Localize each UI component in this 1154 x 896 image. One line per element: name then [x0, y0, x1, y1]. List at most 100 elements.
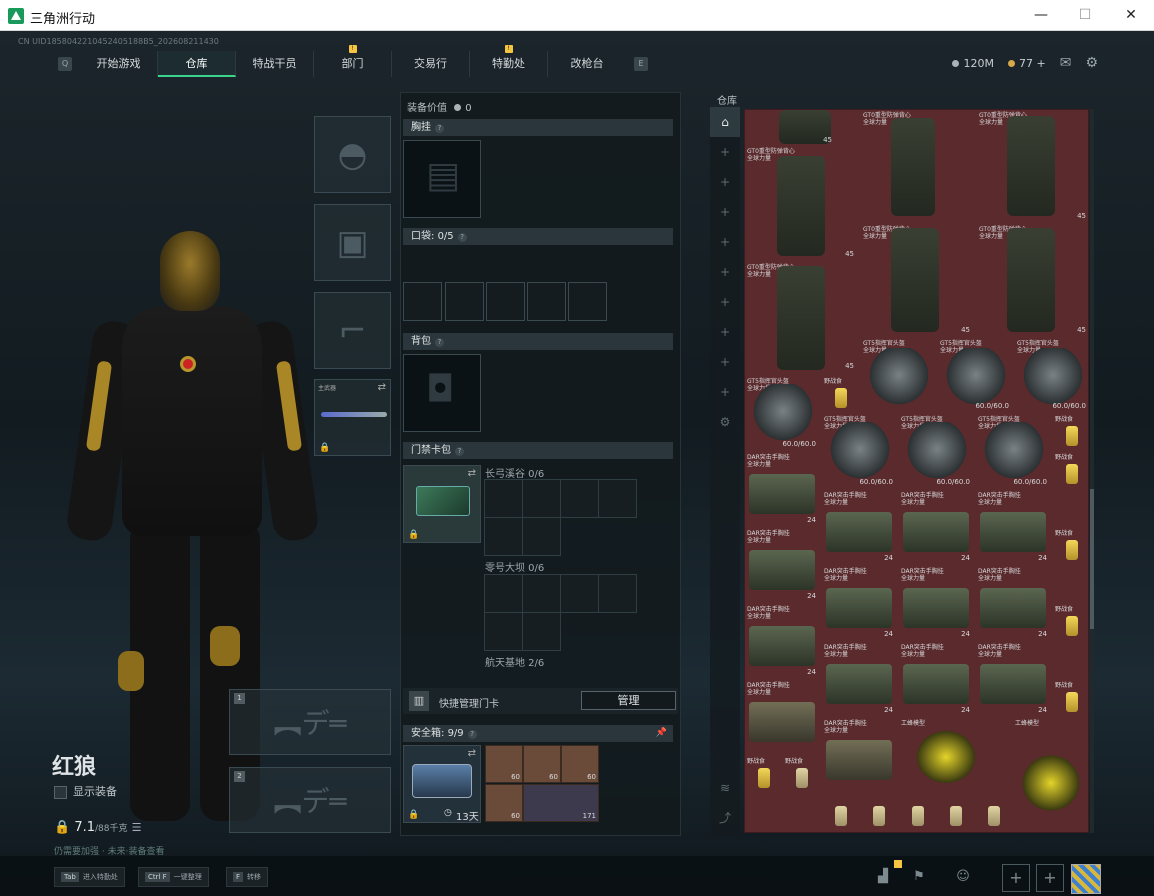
warehouse-tab-add-icon[interactable]: + [710, 137, 740, 167]
hint-transfer[interactable]: F 转移 [226, 867, 269, 887]
warehouse-item[interactable]: DAR突击手胸挂 全球力量 [745, 680, 819, 754]
warehouse-item[interactable]: 野战食 [745, 756, 781, 792]
player-avatar[interactable] [1071, 864, 1101, 894]
keycard-cell[interactable] [522, 574, 561, 613]
stats-chart-icon[interactable]: ▟ [870, 864, 896, 890]
help-icon[interactable]: ? [457, 233, 467, 242]
hint-special-ops[interactable]: Tab 进入特勤处 [54, 867, 125, 887]
warehouse-item[interactable]: DAR突击手胸挂 全球力量 24 [899, 642, 973, 716]
mail-icon[interactable]: ✉ [1060, 55, 1072, 71]
pocket-slot[interactable] [403, 282, 442, 321]
helmet-slot[interactable]: ◓ [314, 116, 391, 193]
warehouse-item[interactable]: 野战食 [1053, 528, 1088, 564]
warehouse-item[interactable]: 工蜂模型 [1013, 718, 1088, 828]
safebox-item[interactable]: 60 [561, 745, 599, 783]
warehouse-scrollbar[interactable] [1090, 109, 1094, 833]
warehouse-item[interactable]: DAR突击手胸挂 全球力量 [822, 718, 896, 792]
tab-gunsmith[interactable]: 改枪台 [548, 51, 626, 77]
warehouse-tab-add-icon[interactable]: + [710, 167, 740, 197]
gold-add-button[interactable]: + [1036, 57, 1045, 70]
safebox-slot[interactable]: ⇄ ◷ 13天 🔒 [403, 745, 481, 823]
warehouse-item[interactable] [937, 794, 973, 830]
pocket-slot[interactable] [568, 282, 607, 321]
nav-prev-key[interactable]: Q [58, 57, 72, 71]
warehouse-item[interactable]: GT5指挥官头盔 全球力量60.0/60.0 [899, 414, 973, 488]
warehouse-item[interactable]: DAR突击手胸挂 全球力量 24 [822, 642, 896, 716]
warehouse-item[interactable]: DAR突击手胸挂 全球力量 24 [745, 452, 819, 526]
warehouse-item[interactable]: GT5指挥官头盔 全球力量60.0/60.0 [822, 414, 896, 488]
warehouse-stack-icon[interactable]: ≋ [710, 773, 740, 803]
warehouse-item[interactable]: GT0重型防弹背心 全球力量 45 [745, 146, 857, 260]
pocket-slot[interactable] [527, 282, 566, 321]
warehouse-tab-add-icon[interactable]: + [710, 227, 740, 257]
warehouse-tab-add-icon[interactable]: + [710, 377, 740, 407]
team-add-slot[interactable]: + [1002, 864, 1030, 892]
pistol-slot[interactable]: ⌐ [314, 292, 391, 369]
keycard-cell[interactable] [560, 574, 599, 613]
melee-slot[interactable]: 主武器 ⇄ 🔒 [314, 379, 391, 456]
warehouse-sort-icon[interactable]: ⤴ [710, 803, 740, 833]
warehouse-item[interactable]: GT0重型防弹背心 全球力量 [861, 110, 937, 220]
warehouse-item[interactable]: DAR突击手胸挂 全球力量 24 [899, 490, 973, 564]
help-icon[interactable]: ? [435, 124, 444, 133]
settings-gear-icon[interactable]: ⚙ [1085, 55, 1098, 71]
warehouse-item[interactable]: DAR突击手胸挂 全球力量 24 [899, 566, 973, 640]
warehouse-tab-add-icon[interactable]: + [710, 287, 740, 317]
close-button[interactable]: ✕ [1108, 0, 1154, 31]
pocket-slot[interactable] [445, 282, 484, 321]
maximize-button[interactable]: ☐ [1062, 0, 1108, 31]
swap-icon[interactable]: ⇄ [468, 748, 476, 759]
backpack-slot[interactable]: ◘ [403, 354, 481, 432]
warehouse-item[interactable]: GT5指挥官头盔 全球力量60.0/60.0 [976, 414, 1050, 488]
hint-auto-arrange[interactable]: Ctrl F 一键整理 [138, 867, 209, 887]
warehouse-item[interactable]: 工蜂模型 [899, 718, 989, 792]
warehouse-tab-add-icon[interactable]: + [710, 347, 740, 377]
keycard-case-slot[interactable]: ⇄ 🔒 [403, 465, 481, 543]
tab-start-game[interactable]: 开始游戏 [80, 51, 158, 77]
safebox-item[interactable]: 171 [523, 784, 599, 822]
warehouse-item[interactable]: GT0重型防弹背心 全球力量 45 [977, 110, 1088, 222]
swap-icon[interactable]: ⇄ [378, 382, 386, 393]
team-add-slot[interactable]: + [1036, 864, 1064, 892]
minimize-button[interactable]: — [1018, 0, 1064, 31]
warehouse-item[interactable]: GT0重型防弹背心 全球力量 45 [977, 224, 1088, 336]
chest-rig-slot[interactable]: ▤ [403, 140, 481, 218]
keycard-cell[interactable] [560, 479, 599, 518]
tab-trade[interactable]: 交易行 [392, 51, 470, 77]
nav-next-key[interactable]: E [634, 57, 648, 71]
warehouse-item[interactable]: 野战食 [1053, 414, 1088, 450]
help-icon[interactable]: ? [467, 730, 477, 739]
keycard-cell[interactable] [522, 612, 561, 651]
keycard-cell[interactable] [484, 517, 523, 556]
tab-operators[interactable]: 特战干员 [236, 51, 314, 77]
warehouse-item[interactable]: 野战食 [1053, 452, 1088, 488]
warehouse-item[interactable]: GT0重型防弹背心 全球力量 45 [745, 262, 857, 372]
safebox-item[interactable]: 60 [485, 745, 523, 783]
primary-weapon-slot-1[interactable]: 1 ︻デ═ [229, 689, 391, 755]
warehouse-item[interactable]: GT0重型防弹背心 全球力量 45 [861, 224, 973, 336]
warehouse-item[interactable]: DAR突击手胸挂 全球力量 24 [976, 566, 1050, 640]
pocket-slot[interactable] [486, 282, 525, 321]
tab-special-ops[interactable]: 特勤处! [470, 45, 548, 77]
keycard-cell[interactable] [522, 479, 561, 518]
safebox-item[interactable]: 60 [485, 784, 523, 822]
warehouse-item[interactable]: GT5指挥官头盔 全球力量 [861, 338, 935, 412]
warehouse-item[interactable]: DAR突击手胸挂 全球力量 24 [822, 566, 896, 640]
pin-icon[interactable]: 📌 [656, 725, 667, 742]
tab-warehouse[interactable]: 仓库 [158, 51, 236, 77]
warehouse-item[interactable] [860, 794, 896, 830]
warehouse-settings-gear-icon[interactable]: ⚙ [710, 407, 740, 437]
warehouse-item[interactable] [975, 794, 1011, 830]
keycard-cell[interactable] [484, 612, 523, 651]
manage-button[interactable]: 管理 [581, 691, 676, 710]
warehouse-item[interactable]: 野战食 [1053, 604, 1088, 640]
friends-icon[interactable]: ☺ [950, 864, 976, 890]
primary-weapon-slot-2[interactable]: 2 ︻デ═ [229, 767, 391, 833]
warehouse-item[interactable]: 野战食 [1053, 680, 1088, 716]
warehouse-item[interactable]: DAR突击手胸挂 全球力量 24 [822, 490, 896, 564]
warehouse-tab-all-icon[interactable]: ⌂ [710, 107, 740, 137]
warehouse-tab-add-icon[interactable]: + [710, 197, 740, 227]
warehouse-item[interactable]: GT5指挥官头盔 全球力量60.0/60.0 [745, 376, 819, 450]
keycard-cell[interactable] [484, 479, 523, 518]
warehouse-tab-add-icon[interactable]: + [710, 257, 740, 287]
